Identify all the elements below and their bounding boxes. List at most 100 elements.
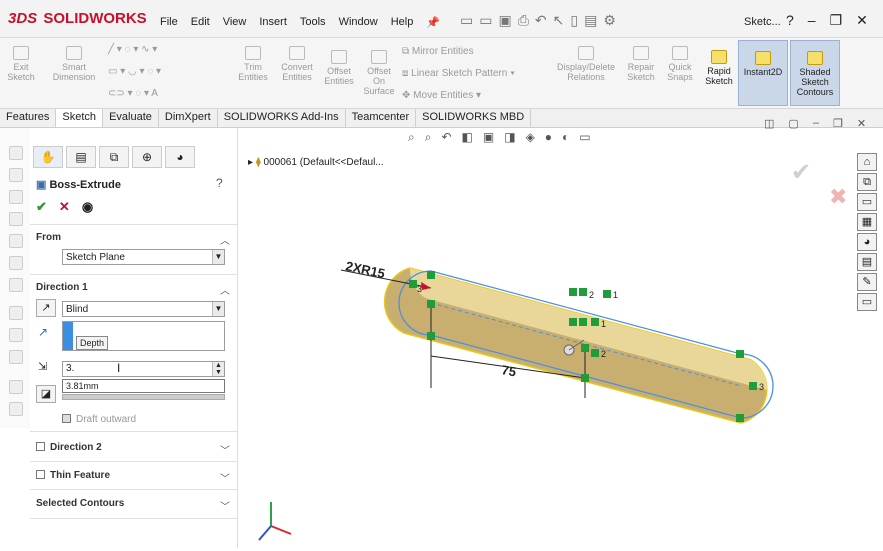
tab-teamcenter[interactable]: Teamcenter — [346, 109, 417, 127]
tab-evaluate[interactable]: Evaluate — [103, 109, 159, 127]
strip-tool-icon[interactable] — [9, 328, 23, 342]
zoom-area-icon[interactable]: ⌕ — [425, 130, 432, 145]
smart-dimension-button[interactable]: Smart Dimension — [48, 46, 100, 82]
scene-icon[interactable]: ◐ — [562, 130, 569, 145]
linear-pattern-button[interactable]: ⧈ Linear Sketch Pattern ▾ — [402, 68, 515, 79]
menu-help[interactable]: Help — [391, 16, 414, 29]
menu-window[interactable]: Window — [339, 16, 378, 29]
menu-edit[interactable]: Edit — [191, 16, 210, 29]
hide-show-icon[interactable]: ◈ — [526, 130, 535, 145]
strip-tool-icon[interactable] — [9, 256, 23, 270]
undo-icon[interactable]: ↶ — [535, 12, 547, 29]
appearance-icon[interactable]: ● — [545, 130, 552, 145]
options-gear-icon[interactable]: ⚙ — [603, 12, 616, 29]
direction1-section-header[interactable]: Direction 1 ︿ — [30, 282, 238, 297]
radius-dimension[interactable]: 2XR15 — [344, 258, 386, 281]
property-manager-tab-icon[interactable]: ▤ — [66, 146, 96, 168]
strip-tool-icon[interactable] — [9, 168, 23, 182]
display-manager-tab-icon[interactable]: ◕ — [165, 146, 195, 168]
collapse-chevron-icon[interactable]: ︿ — [220, 282, 230, 297]
selected-contours-section-header[interactable]: Selected Contours ﹀ — [30, 498, 238, 513]
offset-entities-button[interactable]: Offset Entities — [322, 50, 356, 86]
line-tools-row[interactable]: ╱ ▾ ◌ ▾ ∿ ▾ — [108, 44, 157, 55]
depth-suggestion[interactable]: 3.81mm — [62, 379, 225, 393]
open-file-icon[interactable]: ▭ — [479, 12, 492, 29]
rectangle-tools-row[interactable]: ▭ ▾ ◡ ▾ ◌ ▾ — [108, 66, 161, 77]
tab-dimxpert[interactable]: DimXpert — [159, 109, 218, 127]
length-dimension[interactable]: 75 — [500, 362, 517, 379]
minimize-icon[interactable]: – — [808, 12, 816, 29]
print-icon[interactable]: ⎙ — [518, 12, 529, 29]
from-section-header[interactable]: From ︿ — [30, 232, 238, 247]
help-question-icon[interactable]: ? — [786, 12, 794, 29]
appearances-icon[interactable]: ◕ — [857, 233, 877, 251]
file-explorer-icon[interactable]: ▭ — [857, 193, 877, 211]
convert-entities-button[interactable]: Convert Entities — [278, 46, 316, 82]
trim-entities-button[interactable]: Trim Entities — [236, 46, 270, 82]
menu-tools[interactable]: Tools — [300, 16, 326, 29]
display-style-icon[interactable]: ◨ — [504, 130, 515, 145]
exit-sketch-button[interactable]: Exit Sketch — [6, 46, 36, 82]
expand-chevron-icon[interactable]: ﹀ — [220, 470, 230, 485]
dimxpert-manager-tab-icon[interactable]: ⊕ — [132, 146, 162, 168]
zoom-to-fit-icon[interactable]: ⌕ — [408, 130, 415, 145]
feature-manager-tab-icon[interactable]: ✋ — [33, 146, 63, 168]
spin-arrows-icon[interactable]: ▲ ▼ — [212, 362, 224, 376]
display-delete-relations-button[interactable]: Display/Delete Relations — [553, 46, 619, 82]
view-settings-icon[interactable]: ▭ — [579, 130, 590, 145]
solidworks-resources-icon[interactable]: ✎ — [857, 273, 877, 291]
reverse-direction-icon[interactable]: ↗ — [36, 299, 56, 317]
strip-tool-icon[interactable] — [9, 190, 23, 204]
draft-outward-checkbox[interactable]: Draft outward — [62, 414, 136, 425]
menu-insert[interactable]: Insert — [259, 16, 287, 29]
section-view-icon[interactable]: ◧ — [462, 130, 473, 145]
file-properties-icon[interactable]: ▤ — [584, 12, 597, 29]
ok-check-icon[interactable]: ✔ — [36, 199, 47, 215]
rapid-sketch-button[interactable]: Rapid Sketch — [702, 50, 736, 86]
viewport-close-icon[interactable]: ✕ — [857, 117, 866, 130]
new-file-icon[interactable]: ▭ — [460, 12, 473, 29]
direction2-section-header[interactable]: Direction 2 ﹀ — [30, 442, 238, 457]
help-icon[interactable]: ? — [216, 176, 223, 190]
cancel-x-icon[interactable]: ✕ — [59, 199, 70, 215]
flyout-feature-tree[interactable]: ▸ ⧫ 000061 (Default<<Defaul... — [248, 157, 384, 168]
viewport-minimize-icon[interactable]: – — [813, 117, 819, 130]
offset-on-surface-button[interactable]: Offset On Surface — [360, 50, 398, 96]
view-orientation-icon[interactable]: ▣ — [483, 130, 494, 145]
strip-tool-icon[interactable] — [9, 212, 23, 226]
previous-view-icon[interactable]: ↶ — [441, 130, 451, 145]
strip-tool-icon[interactable] — [9, 402, 23, 416]
tab-features[interactable]: Features — [0, 109, 57, 127]
preview-eye-icon[interactable]: ◉ — [82, 199, 93, 215]
expand-chevron-icon[interactable]: ﹀ — [220, 498, 230, 513]
strip-tool-icon[interactable] — [9, 234, 23, 248]
mirror-entities-button[interactable]: ⧉ Mirror Entities — [402, 46, 474, 57]
cancel-x-icon[interactable]: ✖ — [829, 184, 847, 209]
checkbox-box[interactable] — [36, 442, 45, 451]
rebuild-icon[interactable]: ▯ — [570, 12, 578, 29]
depth-input[interactable]: 3. I ▲ ▼ — [62, 361, 225, 377]
strip-tool-icon[interactable] — [9, 306, 23, 320]
design-library-icon[interactable]: ⧉ — [857, 173, 877, 191]
close-icon[interactable]: ✕ — [856, 12, 868, 29]
select-icon[interactable]: ↖ — [553, 12, 565, 29]
home-icon[interactable]: ⌂ — [857, 153, 877, 171]
pin-icon[interactable]: 📌 — [426, 16, 440, 29]
confirm-check-icon[interactable]: ✔ — [791, 159, 811, 186]
strip-tool-icon[interactable] — [9, 278, 23, 292]
expand-arrow-icon[interactable]: ▸ — [248, 157, 253, 168]
strip-tool-icon[interactable] — [9, 380, 23, 394]
tab-mbd[interactable]: SOLIDWORKS MBD — [416, 109, 532, 127]
draft-angle-field[interactable] — [62, 394, 225, 400]
draft-icon[interactable]: ◪ — [36, 385, 56, 403]
expand-chevron-icon[interactable]: ﹀ — [220, 442, 230, 457]
end-condition-dropdown[interactable]: Blind ▼ — [62, 301, 225, 317]
thin-feature-section-header[interactable]: Thin Feature ﹀ — [30, 470, 238, 485]
view-palette-icon[interactable]: ▦ — [857, 213, 877, 231]
strip-tool-icon[interactable] — [9, 146, 23, 160]
viewport-maximize-icon[interactable]: ❐ — [833, 117, 843, 130]
save-icon[interactable]: ▣ — [498, 12, 511, 29]
tab-addins[interactable]: SOLIDWORKS Add-Ins — [218, 109, 346, 127]
viewport-tile-icon[interactable]: ◫ — [764, 117, 774, 130]
instant2d-button[interactable]: Instant2D — [738, 40, 788, 106]
